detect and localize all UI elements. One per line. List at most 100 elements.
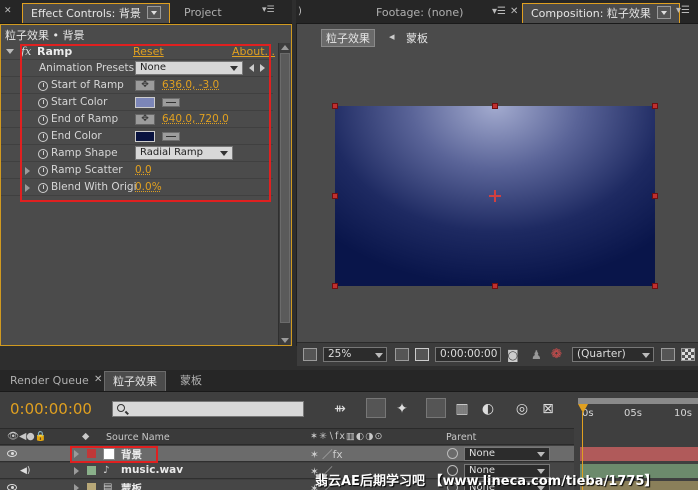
transform-handle[interactable]	[492, 103, 498, 109]
end-color-swatch[interactable]	[135, 131, 155, 142]
tab-project[interactable]: Project	[176, 3, 230, 23]
animation-presets-select[interactable]: None	[135, 61, 243, 75]
reset-link[interactable]: Reset	[133, 43, 164, 60]
source-name-header[interactable]: Source Name	[106, 432, 170, 443]
parent-header[interactable]: Parent	[446, 432, 476, 443]
chevron-down-icon[interactable]	[147, 6, 161, 19]
eyedropper-icon[interactable]	[162, 132, 180, 141]
tab-footage[interactable]: Footage: (none)	[368, 3, 471, 23]
tab-render-queue[interactable]: Render Queue	[2, 371, 97, 391]
current-time-display[interactable]: 0:00:00:00	[435, 347, 501, 362]
stopwatch-icon[interactable]	[38, 115, 48, 125]
eyedropper-icon[interactable]	[162, 98, 180, 107]
brainstorm-icon[interactable]: ◎	[512, 398, 532, 418]
chevron-down-icon[interactable]	[657, 6, 671, 19]
end-of-ramp-value[interactable]: 640.0, 720.0	[162, 111, 229, 128]
tab-comp-matte[interactable]: 蒙板	[172, 371, 210, 391]
expand-chevron-icon[interactable]	[6, 49, 14, 54]
resolution-select[interactable]: (Quarter)	[572, 347, 654, 362]
region-of-interest-icon[interactable]	[661, 348, 675, 361]
stopwatch-icon[interactable]	[38, 81, 48, 91]
fx-icon[interactable]: fx	[21, 43, 31, 60]
scroll-up-icon[interactable]	[281, 45, 289, 50]
playhead-handle[interactable]	[578, 404, 588, 413]
crumb-active-comp[interactable]: 粒子效果	[321, 29, 375, 47]
stopwatch-icon[interactable]	[38, 183, 48, 193]
hide-shy-layers-icon[interactable]	[426, 398, 446, 418]
pickwhip-icon[interactable]	[447, 448, 458, 459]
live-update-icon[interactable]	[366, 398, 386, 418]
tab-scroll-left-icon[interactable]: )	[298, 6, 302, 17]
eye-icon[interactable]	[7, 484, 17, 490]
panel-menu-icon[interactable]: ▾☰	[262, 5, 280, 17]
close-icon[interactable]: ✕	[94, 374, 102, 385]
layer-label-color[interactable]	[87, 483, 96, 490]
magnification-select[interactable]: 25%	[323, 347, 387, 362]
anchor-point-icon[interactable]	[489, 190, 501, 202]
parent-select[interactable]: None	[464, 447, 550, 461]
safe-zones-icon[interactable]	[395, 348, 409, 361]
camera-snapshot-icon[interactable]: ◙	[507, 348, 519, 362]
stopwatch-icon[interactable]	[38, 166, 48, 176]
draft-3d-icon[interactable]: ✦	[392, 398, 412, 418]
scroll-down-icon[interactable]	[281, 338, 289, 343]
layer-duration-bar[interactable]	[580, 447, 698, 461]
layer-switches-icon[interactable]: ✶ ／fx	[310, 447, 343, 462]
transform-handle[interactable]	[332, 103, 338, 109]
transparency-grid-icon[interactable]	[415, 348, 429, 361]
next-preset-icon[interactable]	[260, 64, 265, 72]
motion-blur-icon[interactable]: ◐	[478, 398, 498, 418]
transparency-icon[interactable]	[681, 348, 695, 361]
ramp-scatter-value[interactable]: 0.0	[135, 162, 152, 179]
show-snapshot-icon[interactable]: ♟	[531, 348, 542, 362]
color-channels-icon[interactable]: ❁	[551, 347, 562, 362]
about-link[interactable]: About...	[232, 43, 275, 60]
layer-name[interactable]: 蒙板	[121, 481, 142, 490]
timeline-timecode[interactable]: 0:00:00:00	[10, 400, 92, 418]
blend-value[interactable]: 0.0%	[135, 179, 162, 196]
layer-label-color[interactable]	[87, 466, 96, 475]
effect-header-row[interactable]: fx Ramp Reset About...	[1, 43, 273, 60]
ramp-scatter-row: Ramp Scatter 0.0	[1, 162, 273, 179]
crosshair-icon[interactable]: ✥	[135, 114, 155, 125]
transform-handle[interactable]	[492, 283, 498, 289]
panel-menu-icon[interactable]: ▾☰	[676, 5, 690, 16]
expand-arrow-icon[interactable]	[74, 467, 79, 475]
crosshair-icon[interactable]: ✥	[135, 80, 155, 91]
always-preview-icon[interactable]	[303, 348, 317, 361]
layer-name[interactable]: music.wav	[121, 464, 183, 476]
tab-effect-controls[interactable]: Effect Controls: 背景	[22, 3, 170, 23]
expand-arrow-icon[interactable]	[25, 167, 30, 175]
start-color-swatch[interactable]	[135, 97, 155, 108]
transform-handle[interactable]	[652, 283, 658, 289]
expand-arrow-icon[interactable]	[25, 184, 30, 192]
scrollbar-thumb[interactable]	[280, 53, 290, 323]
stopwatch-icon[interactable]	[38, 149, 48, 159]
transform-handle[interactable]	[332, 283, 338, 289]
prev-preset-icon[interactable]	[249, 64, 254, 72]
ramp-shape-select[interactable]: Radial Ramp	[135, 146, 233, 160]
work-area-bar[interactable]	[578, 398, 698, 404]
transform-handle[interactable]	[652, 193, 658, 199]
crumb-other-comp[interactable]: 蒙板	[406, 30, 428, 46]
stopwatch-icon[interactable]	[38, 98, 48, 108]
composition-viewer[interactable]	[335, 106, 655, 286]
tab-comp-particle[interactable]: 粒子效果	[104, 371, 166, 391]
effect-controls-scrollbar[interactable]	[278, 43, 290, 345]
close-icon[interactable]: ✕	[510, 6, 518, 17]
tab-composition[interactable]: Composition: 粒子效果	[522, 3, 680, 23]
composition-panel: 粒子效果 ◂ 蒙板 25% 0:00:00:00 ◙ ♟ ❁ (Quarter)	[296, 24, 698, 346]
graph-editor-icon[interactable]: ⊠	[538, 398, 558, 418]
transform-handle[interactable]	[652, 103, 658, 109]
timeline-search-input[interactable]	[112, 401, 304, 417]
start-of-ramp-value[interactable]: 636.0, -3.0	[162, 77, 219, 94]
expand-arrow-icon[interactable]	[74, 484, 79, 490]
panel-menu-icon[interactable]: ▾☰	[492, 6, 506, 17]
transform-handle[interactable]	[332, 193, 338, 199]
panel-close-icon[interactable]: ✕	[4, 6, 22, 18]
stopwatch-icon[interactable]	[38, 132, 48, 142]
speaker-icon[interactable]: ◀)	[20, 466, 32, 476]
frame-blending-icon[interactable]: ▥	[452, 398, 472, 418]
eye-icon[interactable]	[7, 450, 17, 457]
comp-mini-flowchart-icon[interactable]: ⇻	[330, 398, 350, 418]
